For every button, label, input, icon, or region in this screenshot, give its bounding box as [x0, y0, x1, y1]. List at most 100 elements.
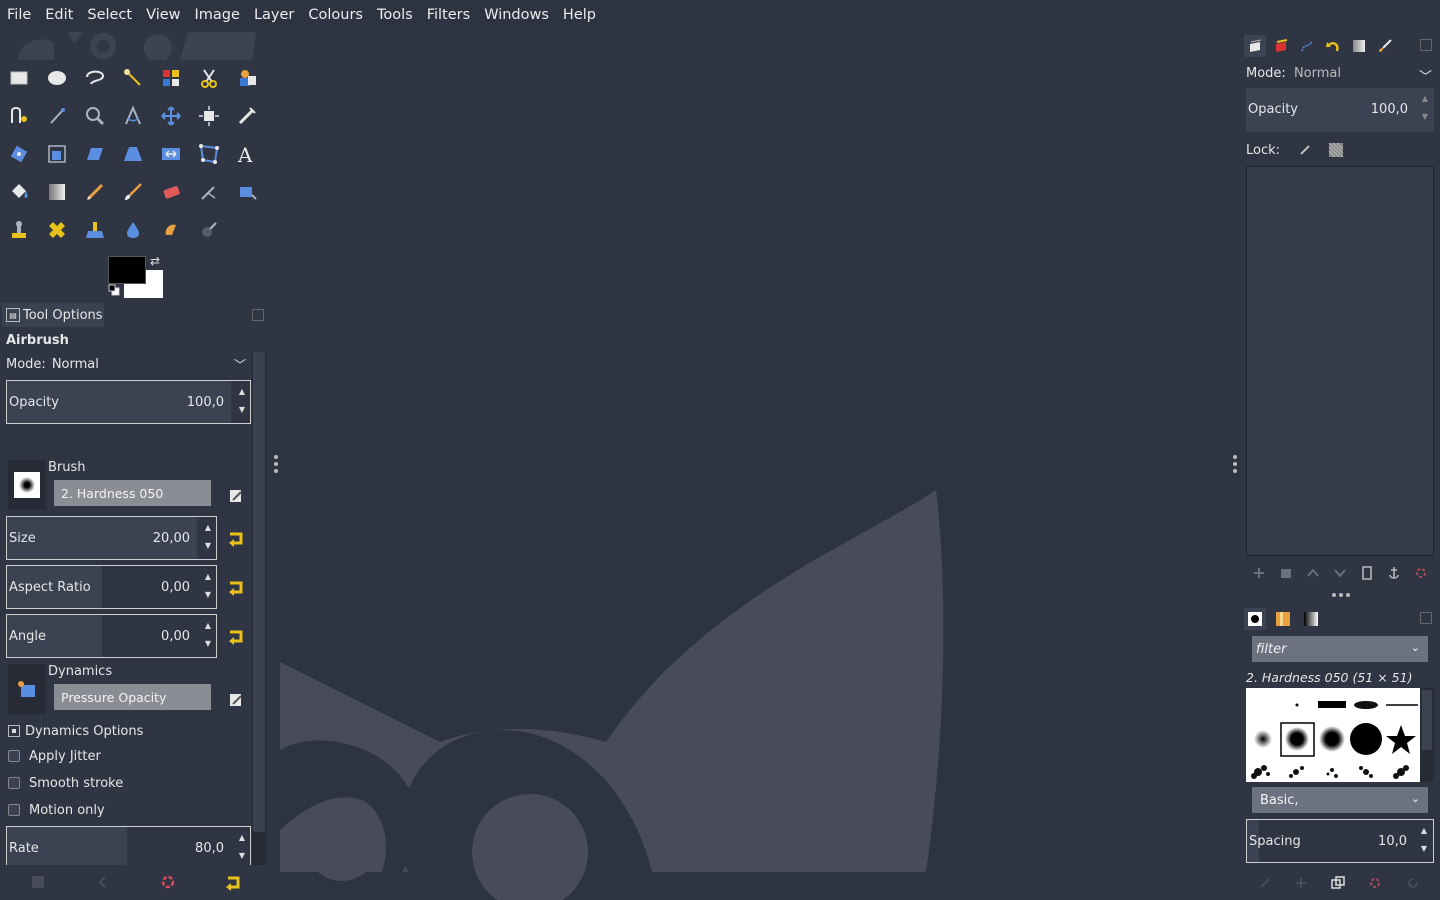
menu-image[interactable]: Image	[190, 7, 245, 23]
text-icon[interactable]: A	[232, 139, 262, 169]
increment-icon[interactable]: ▲	[1422, 94, 1428, 103]
edit-dynamics-icon[interactable]	[228, 692, 244, 708]
menu-layer[interactable]: Layer	[249, 7, 299, 23]
reset-size-icon[interactable]	[226, 528, 246, 548]
duplicate-brush-icon[interactable]	[1331, 876, 1345, 890]
left-dock-resize-handle[interactable]	[274, 455, 278, 475]
menu-windows[interactable]: Windows	[479, 7, 554, 23]
canvas-area[interactable]	[272, 30, 1240, 900]
lock-alpha-icon[interactable]	[1328, 142, 1344, 158]
brush-spacing-spinner[interactable]: Spacing 10,0 ▲ ▼	[1246, 819, 1434, 863]
tab-undo-history[interactable]	[1322, 35, 1344, 57]
zoom-icon[interactable]	[80, 101, 110, 131]
anchor-layer-icon[interactable]	[1387, 566, 1401, 580]
aspect-ratio-spinner[interactable]: Aspect Ratio 0,00 ▲ ▼	[6, 565, 217, 609]
tab-tool-options[interactable]: ▤ Tool Options	[2, 303, 104, 327]
tab-channels[interactable]	[1270, 35, 1292, 57]
increment-icon[interactable]: ▲	[205, 572, 211, 581]
reset-angle-icon[interactable]	[226, 626, 246, 646]
foreground-color-swatch[interactable]	[108, 256, 146, 284]
foreground-select-icon[interactable]	[232, 63, 262, 93]
increment-icon[interactable]: ▲	[239, 387, 245, 396]
brush-grid-scrollbar[interactable]	[1420, 688, 1434, 782]
brush-name-field[interactable]: 2. Hardness 050	[54, 480, 211, 506]
decrement-icon[interactable]: ▼	[239, 405, 245, 414]
brush-tag-filter[interactable]: filter ⌄	[1252, 636, 1428, 662]
delete-layer-icon[interactable]	[1414, 566, 1428, 580]
dock-menu-icon[interactable]	[252, 309, 264, 321]
lock-pixels-icon[interactable]	[1298, 143, 1312, 157]
reset-aspect-ratio-icon[interactable]	[226, 577, 246, 597]
size-spinner[interactable]: Size 20,00 ▲ ▼	[6, 516, 217, 560]
shear-icon[interactable]	[80, 139, 110, 169]
edit-brush-dock-icon[interactable]	[1258, 876, 1272, 890]
tab-patterns[interactable]	[1272, 608, 1294, 630]
align-icon[interactable]	[194, 101, 224, 131]
angle-spinner[interactable]: Angle 0,00 ▲ ▼	[6, 614, 217, 658]
tool-options-scrollbar-thumb[interactable]	[253, 352, 265, 832]
dynamics-options-expander[interactable]: Dynamics Options	[8, 721, 143, 741]
menu-file[interactable]: File	[2, 7, 36, 23]
layer-mode-dropdown[interactable]: Mode: Normal ﹀	[1246, 66, 1436, 86]
increment-icon[interactable]: ▲	[205, 621, 211, 630]
menu-edit[interactable]: Edit	[40, 7, 78, 23]
eraser-icon[interactable]	[156, 177, 186, 207]
tab-brushes[interactable]	[1244, 608, 1266, 630]
new-brush-icon[interactable]	[1294, 876, 1308, 890]
lower-layer-icon[interactable]	[1333, 566, 1347, 580]
new-layer-group-icon[interactable]	[1279, 566, 1293, 580]
perspective-clone-icon[interactable]	[80, 215, 110, 245]
perspective-icon[interactable]	[118, 139, 148, 169]
increment-icon[interactable]: ▲	[1421, 826, 1427, 835]
select-by-color-icon[interactable]	[156, 63, 186, 93]
dynamics-preview[interactable]	[8, 664, 46, 714]
save-options-icon[interactable]	[29, 873, 47, 891]
delete-brush-icon[interactable]	[1368, 876, 1382, 890]
crop-icon[interactable]	[232, 101, 262, 131]
menu-colours[interactable]: Colours	[303, 7, 368, 23]
menu-help[interactable]: Help	[558, 7, 601, 23]
decrement-icon[interactable]: ▼	[205, 541, 211, 550]
smudge-icon[interactable]	[156, 215, 186, 245]
flip-icon[interactable]	[156, 139, 186, 169]
tab-gradients[interactable]	[1348, 35, 1370, 57]
scale-icon[interactable]	[42, 139, 72, 169]
tab-layers[interactable]	[1244, 35, 1266, 57]
increment-icon[interactable]: ▲	[205, 523, 211, 532]
apply-jitter-checkbox[interactable]: Apply Jitter	[8, 746, 101, 766]
decrement-icon[interactable]: ▼	[239, 851, 245, 860]
airbrush-icon[interactable]	[194, 177, 224, 207]
fuzzy-select-icon[interactable]	[118, 63, 148, 93]
delete-options-icon[interactable]	[159, 873, 177, 891]
tab-gradients-2[interactable]	[1300, 608, 1322, 630]
reset-options-icon[interactable]	[224, 873, 242, 891]
menu-view[interactable]: View	[141, 7, 185, 23]
cage-icon[interactable]	[194, 139, 224, 169]
bucket-fill-icon[interactable]	[4, 177, 34, 207]
motion-only-checkbox[interactable]: Motion only	[8, 800, 105, 820]
refresh-brushes-icon[interactable]	[1406, 876, 1420, 890]
pencil-icon[interactable]	[80, 177, 110, 207]
layers-list[interactable]	[1246, 166, 1434, 556]
decrement-icon[interactable]: ▼	[205, 639, 211, 648]
decrement-icon[interactable]: ▼	[1422, 112, 1428, 121]
clone-icon[interactable]	[4, 215, 34, 245]
brush-tags-combo[interactable]: Basic, ⌄	[1252, 787, 1428, 813]
swap-colors-icon[interactable]: ⇄	[150, 254, 160, 268]
menu-tools[interactable]: Tools	[372, 7, 418, 23]
rate-spinner[interactable]: Rate 80,0 ▲ ▼	[6, 826, 251, 865]
raise-layer-icon[interactable]	[1306, 566, 1320, 580]
opacity-spinner[interactable]: Opacity 100,0 ▲ ▼	[6, 380, 251, 424]
free-select-icon[interactable]	[80, 63, 110, 93]
measure-icon[interactable]	[118, 101, 148, 131]
move-icon[interactable]	[156, 101, 186, 131]
restore-options-icon[interactable]	[94, 873, 112, 891]
paintbrush-icon[interactable]	[118, 177, 148, 207]
brush-grid[interactable]	[1246, 688, 1420, 782]
tab-brushes-small[interactable]	[1374, 35, 1396, 57]
dodge-burn-icon[interactable]	[194, 215, 224, 245]
menu-filters[interactable]: Filters	[422, 7, 475, 23]
right-dock-resize-handle[interactable]	[1233, 455, 1237, 475]
edit-brush-icon[interactable]	[228, 488, 244, 504]
decrement-icon[interactable]: ▼	[1421, 844, 1427, 853]
